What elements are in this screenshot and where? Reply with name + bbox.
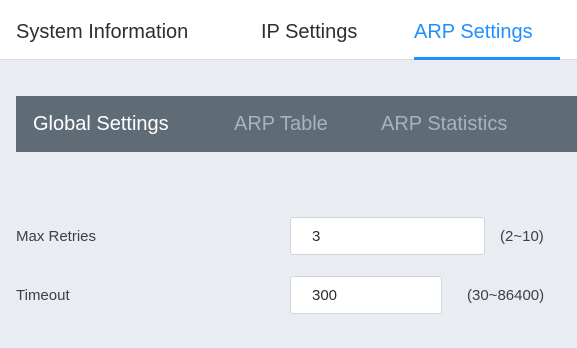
- max-retries-input[interactable]: [290, 217, 485, 255]
- subtab-arp-statistics[interactable]: ARP Statistics: [381, 113, 507, 136]
- tab-arp-settings[interactable]: ARP Settings: [414, 21, 533, 44]
- subtab-arp-table[interactable]: ARP Table: [234, 113, 328, 136]
- sub-tab-bar: Global Settings ARP Table ARP Statistics: [16, 96, 577, 152]
- tab-ip-settings[interactable]: IP Settings: [261, 21, 357, 44]
- active-tab-indicator: [414, 57, 560, 60]
- timeout-input[interactable]: [290, 276, 442, 314]
- timeout-range: (30~86400): [467, 287, 545, 304]
- tab-system-information[interactable]: System Information: [16, 21, 188, 44]
- timeout-label: Timeout: [16, 287, 70, 304]
- max-retries-label: Max Retries: [16, 228, 97, 245]
- max-retries-range: (2~10): [500, 228, 544, 245]
- top-tab-bar: System Information IP Settings ARP Setti…: [0, 0, 577, 60]
- subtab-global-settings[interactable]: Global Settings: [33, 113, 169, 136]
